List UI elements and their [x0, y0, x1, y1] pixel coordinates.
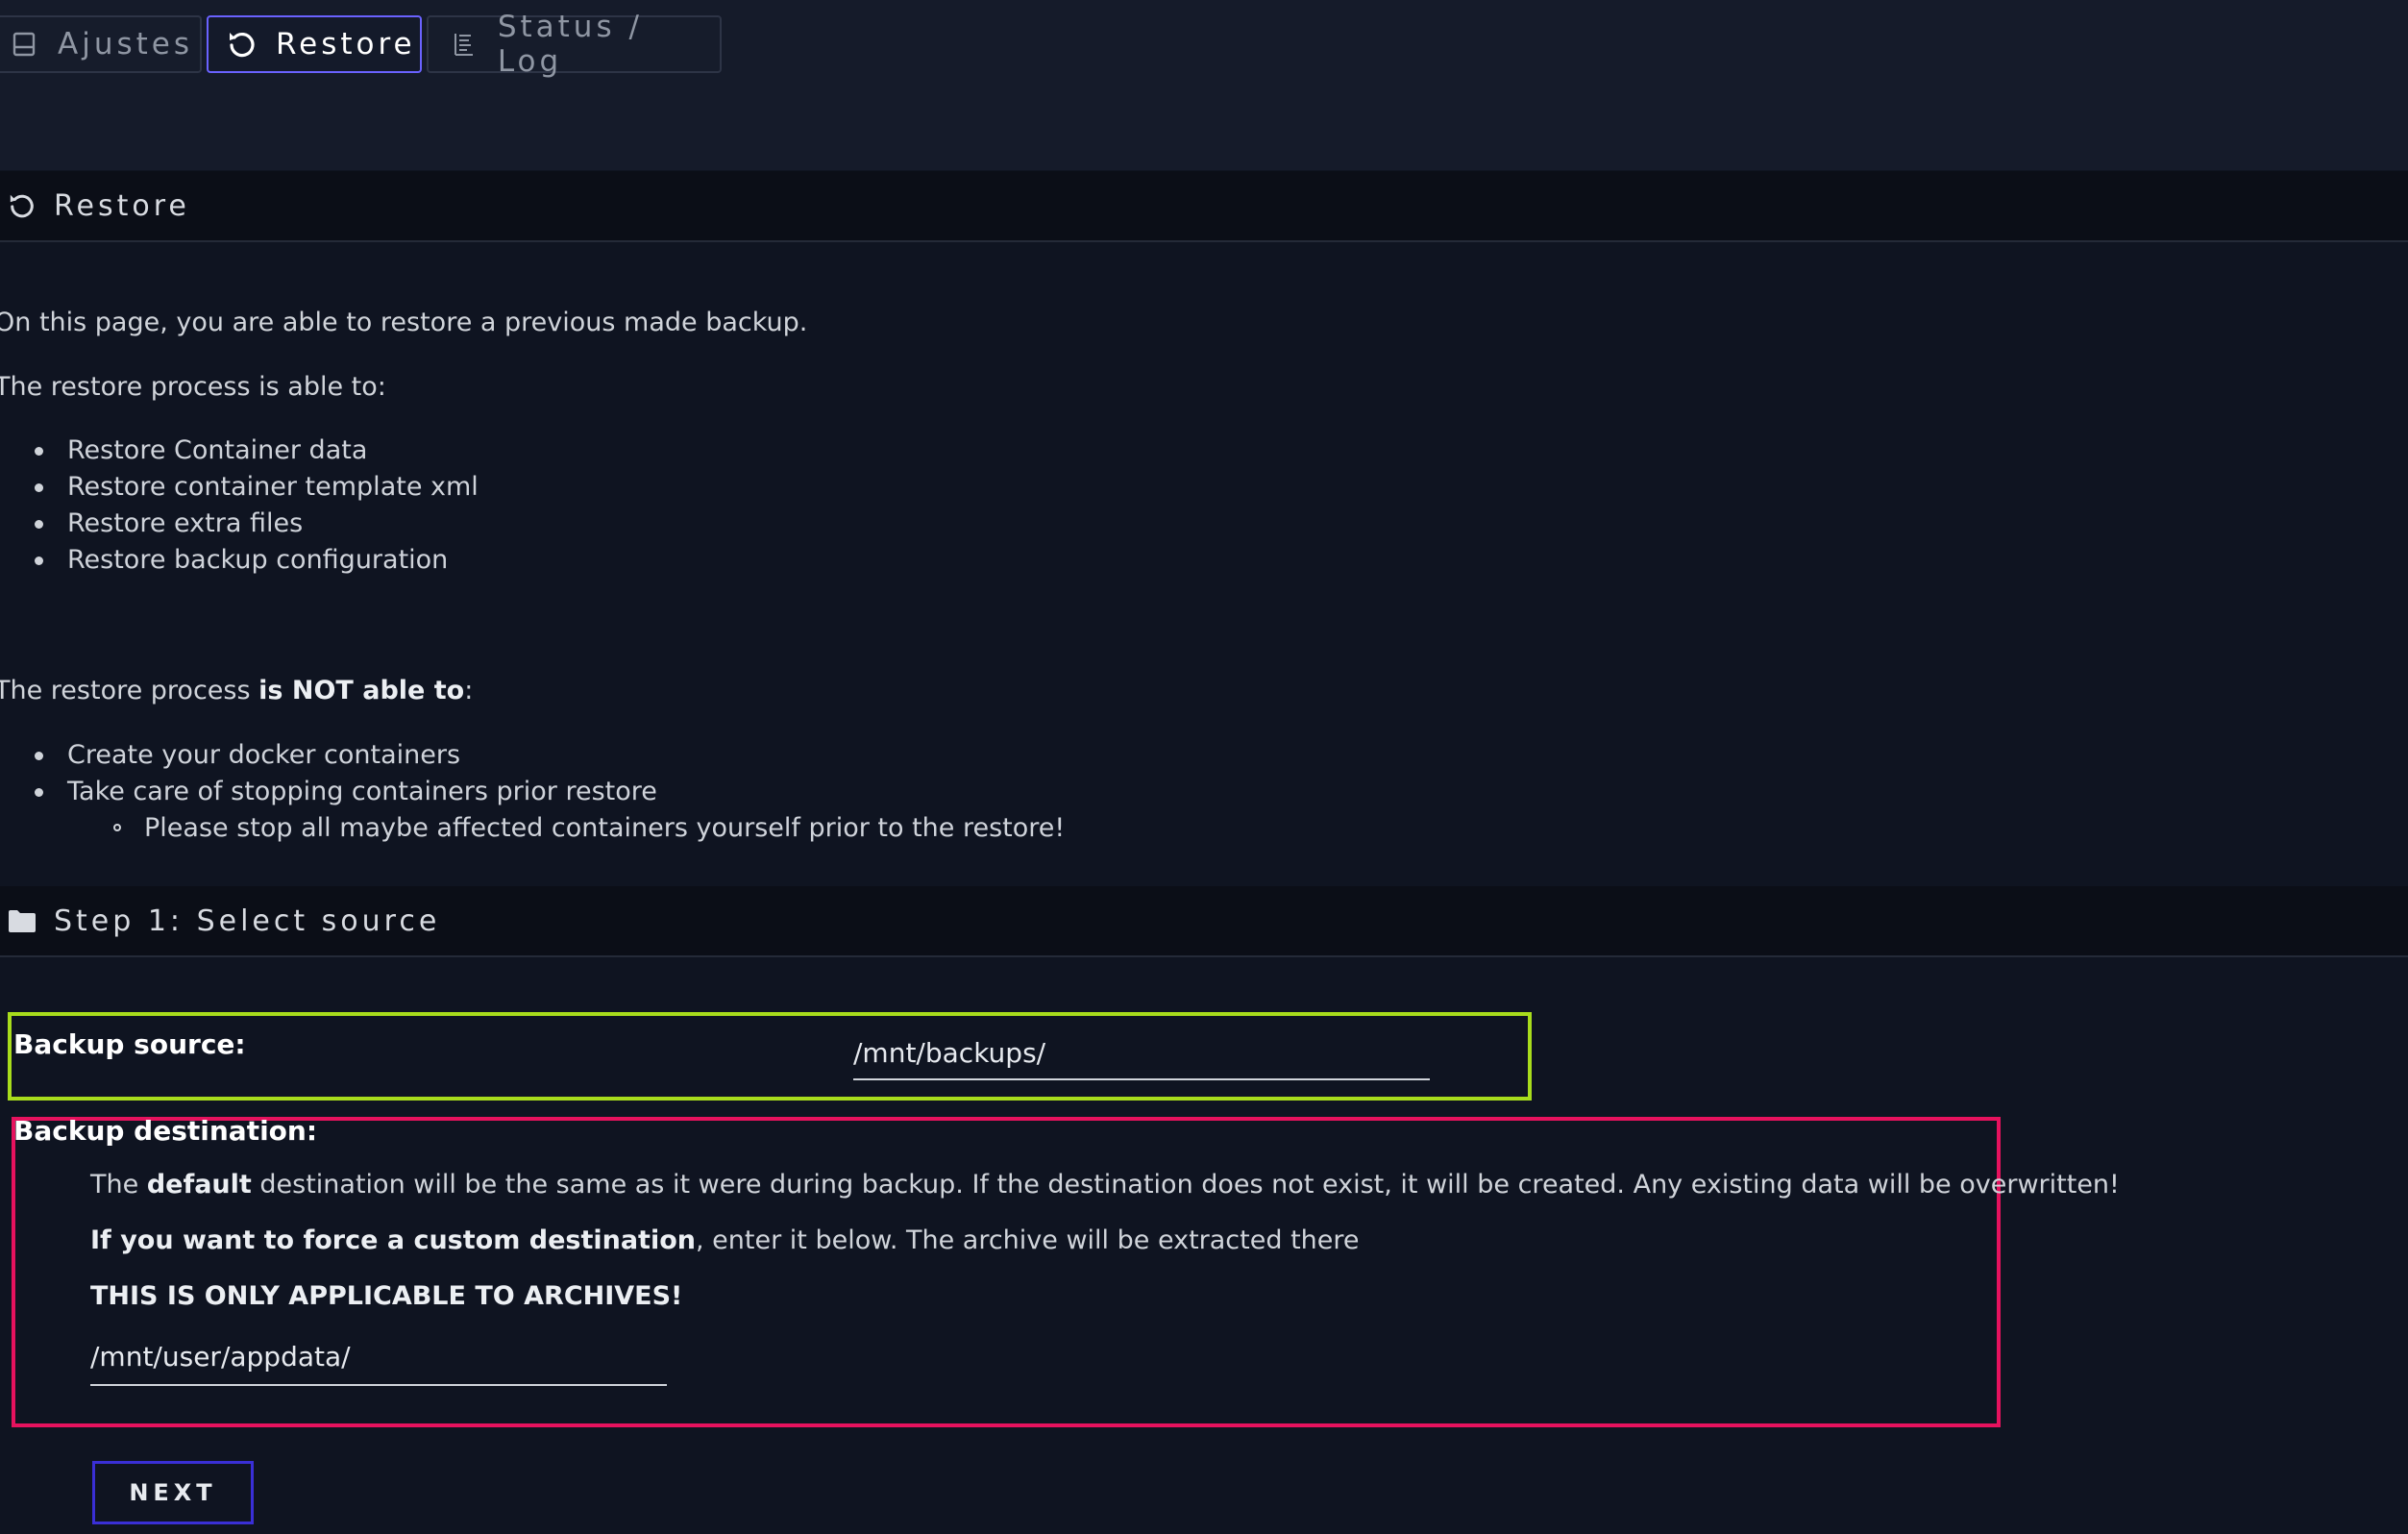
not-able-list: Create your docker containers Take care …	[0, 737, 657, 810]
list-item: Restore backup configuration	[0, 542, 479, 579]
list-item: Take care of stopping containers prior r…	[0, 774, 657, 810]
list-item: Restore Container data	[0, 433, 479, 469]
backup-source-input[interactable]	[853, 1027, 1430, 1080]
backup-destination-label: Backup destination:	[13, 1115, 318, 1147]
next-button[interactable]: NEXT	[92, 1461, 254, 1524]
not-able-sublist: Please stop all maybe affected container…	[0, 810, 1065, 847]
able-list: Restore Container data Restore container…	[0, 433, 479, 579]
destination-default-note: The default destination will be the same…	[90, 1170, 2120, 1200]
able-intro: The restore process is able to:	[0, 372, 386, 402]
restore-section-title: Restore	[54, 188, 190, 223]
not-able-intro: The restore process is NOT able to:	[0, 676, 473, 705]
list-icon	[448, 28, 480, 61]
list-item: Restore container template xml	[0, 469, 479, 506]
dest-line2-suffix: , enter it below. The archive will be ex…	[696, 1225, 1360, 1255]
dest-line2-bold: If you want to force a custom destinatio…	[90, 1225, 696, 1255]
restore-intro: On this page, you are able to restore a …	[0, 308, 808, 337]
dest-line1-prefix: The	[90, 1170, 147, 1200]
restore-section-header: Restore	[0, 171, 2408, 242]
step1-section-header: Step 1: Select source	[0, 886, 2408, 957]
tab-restore[interactable]: Restore	[207, 15, 422, 73]
dest-line1-suffix: destination will be the same as it were …	[251, 1170, 2120, 1200]
drive-icon	[8, 28, 40, 61]
not-able-bold: is NOT able to	[258, 676, 465, 705]
dest-line3: THIS IS ONLY APPLICABLE TO ARCHIVES!	[90, 1281, 683, 1311]
backup-source-label: Backup source:	[13, 1028, 246, 1060]
list-item: Create your docker containers	[0, 737, 657, 774]
step1-title: Step 1: Select source	[54, 903, 441, 938]
dest-line1-bold: default	[146, 1170, 252, 1200]
not-able-prefix: The restore process	[0, 676, 259, 705]
backup-destination-input[interactable]	[90, 1328, 667, 1386]
tab-status-log[interactable]: Status / Log	[427, 10, 722, 79]
not-able-suffix: :	[464, 676, 474, 705]
list-item: Please stop all maybe affected container…	[0, 810, 1065, 847]
folder-icon	[6, 904, 38, 937]
tab-status-log-label: Status / Log	[497, 10, 643, 79]
tab-ajustes[interactable]: Ajustes	[0, 15, 202, 73]
tab-ajustes-label: Ajustes	[58, 27, 193, 62]
tab-restore-label: Restore	[276, 27, 416, 62]
destination-custom-note: If you want to force a custom destinatio…	[90, 1225, 1360, 1255]
list-item: Restore extra files	[0, 506, 479, 542]
restore-icon	[226, 28, 258, 61]
destination-archives-warning: THIS IS ONLY APPLICABLE TO ARCHIVES!	[90, 1281, 682, 1311]
restore-icon	[6, 189, 38, 222]
